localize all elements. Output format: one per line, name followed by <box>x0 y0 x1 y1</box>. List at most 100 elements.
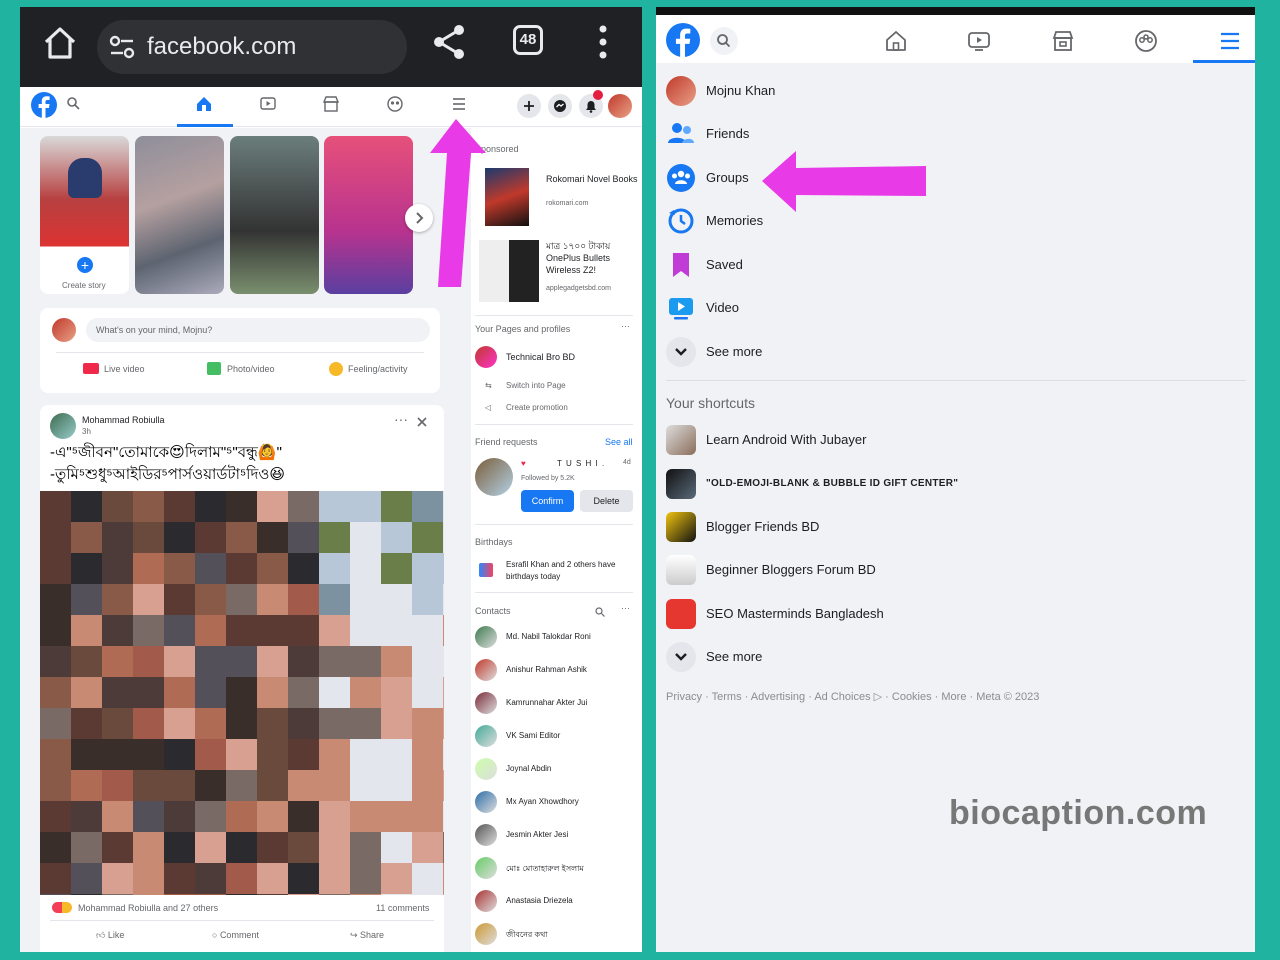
search-button[interactable] <box>710 27 738 55</box>
share-button[interactable]: ↪ Share <box>350 930 384 941</box>
contact-name[interactable]: Mx Ayan Xhowdhory <box>506 797 579 806</box>
switch-into-page-link[interactable]: Switch into Page <box>506 381 566 390</box>
groups-tab-icon[interactable] <box>1134 29 1158 53</box>
facebook-logo-icon[interactable] <box>31 92 57 118</box>
more-menu-icon[interactable] <box>598 25 608 59</box>
page-avatar[interactable] <box>475 346 497 368</box>
menu-item-groups[interactable]: Groups <box>666 161 1226 197</box>
create-story-card[interactable]: + Create story <box>40 136 129 294</box>
home-tab-icon[interactable] <box>884 29 908 53</box>
feeling-icon[interactable] <box>329 362 343 376</box>
contact-name[interactable]: Md. Nabil Talokdar Roni <box>506 632 591 641</box>
contact-avatar[interactable] <box>475 857 497 879</box>
live-video-icon[interactable] <box>83 363 99 374</box>
shortcut-item[interactable]: "OLD-EMOJI-BLANK & BUBBLE ID GIFT CENTER… <box>666 467 1226 503</box>
menu-see-more[interactable]: See more <box>666 335 1226 371</box>
messenger-button[interactable] <box>548 94 572 118</box>
contact-name[interactable]: মোঃ মোতাহারুল ইসলাম <box>506 863 584 876</box>
menu-item-friends[interactable]: Friends <box>666 117 1226 153</box>
menu-item-saved[interactable]: Saved <box>666 248 1226 284</box>
contact-name[interactable]: Joynal Abdin <box>506 764 551 773</box>
requester-avatar[interactable] <box>475 458 513 496</box>
home-tab-icon[interactable] <box>196 96 212 112</box>
menu-tab-icon[interactable] <box>451 96 467 112</box>
photo-video-button[interactable]: Photo/video <box>227 364 275 374</box>
shortcut-item[interactable]: Learn Android With Jubayer <box>666 423 1226 459</box>
feeling-activity-button[interactable]: Feeling/activity <box>348 364 408 374</box>
story-card[interactable] <box>230 136 319 294</box>
address-bar[interactable]: facebook.com <box>97 20 407 74</box>
site-settings-icon[interactable] <box>109 35 135 59</box>
add-story-icon[interactable]: + <box>74 254 96 276</box>
ad-title[interactable]: Rokomari Novel Books <box>546 173 641 185</box>
facebook-logo-icon[interactable] <box>666 23 700 57</box>
contact-name[interactable]: Anastasia Driezela <box>506 896 573 905</box>
composer-input[interactable]: What's on your mind, Mojnu? <box>86 318 430 342</box>
groups-tab-icon[interactable] <box>387 96 403 112</box>
home-icon[interactable] <box>42 25 78 61</box>
page-name[interactable]: Technical Bro BD <box>506 352 575 362</box>
menu-item-video[interactable]: Video <box>666 291 1226 327</box>
contact-avatar[interactable] <box>475 824 497 846</box>
post-author-avatar[interactable] <box>50 413 76 439</box>
menu-item-memories[interactable]: Memories <box>666 204 1226 240</box>
contact-avatar[interactable] <box>475 692 497 714</box>
post-author-name[interactable]: Mohammad Robiulla <box>82 415 165 425</box>
marketplace-tab-icon[interactable] <box>1051 29 1075 53</box>
requester-name[interactable]: T U S H I . <box>557 459 605 468</box>
like-button[interactable]: 👍︎ Like <box>96 930 124 941</box>
mosaic-tile <box>381 553 412 584</box>
confirm-button[interactable]: Confirm <box>521 490 574 512</box>
search-icon[interactable] <box>66 96 80 110</box>
pages-options-icon[interactable]: ··· <box>621 321 630 331</box>
contact-avatar[interactable] <box>475 923 497 945</box>
ad-title[interactable]: মাত্র ১৭০০ টাকায় OnePlus Bullets Wirele… <box>546 240 641 276</box>
footer-links[interactable]: Privacy · Terms · Advertising · Ad Choic… <box>666 690 1039 703</box>
tab-switcher-button[interactable]: 48 <box>513 25 543 55</box>
photo-icon[interactable] <box>207 362 221 375</box>
contact-name[interactable]: জীবনের কথা <box>506 929 548 942</box>
contact-avatar[interactable] <box>475 758 497 780</box>
story-card[interactable] <box>135 136 224 294</box>
post-time[interactable]: 3h <box>82 427 91 436</box>
ad-domain[interactable]: applegadgetsbd.com <box>546 285 611 292</box>
delete-button[interactable]: Delete <box>580 490 633 512</box>
birthday-text[interactable]: Esrafil Khan and 2 others have birthdays… <box>506 559 636 583</box>
contact-name[interactable]: VK Sami Editor <box>506 731 560 740</box>
shortcuts-see-more[interactable]: See more <box>666 640 1226 676</box>
mosaic-tile <box>102 646 133 677</box>
post-image[interactable] <box>40 491 444 895</box>
shortcut-item[interactable]: SEO Masterminds Bangladesh <box>666 597 1226 633</box>
contacts-options-icon[interactable]: ··· <box>621 603 630 613</box>
shortcut-item[interactable]: Blogger Friends BD <box>666 510 1226 546</box>
watch-tab-icon[interactable] <box>260 96 276 112</box>
contact-avatar[interactable] <box>475 890 497 912</box>
menu-item-profile[interactable]: Mojnu Khan <box>666 74 1226 110</box>
mosaic-tile <box>40 491 71 522</box>
contact-avatar[interactable] <box>475 626 497 648</box>
contact-avatar[interactable] <box>475 791 497 813</box>
comment-button[interactable]: ○ Comment <box>212 930 259 940</box>
contact-avatar[interactable] <box>475 659 497 681</box>
contact-name[interactable]: Kamrunnahar Akter Jui <box>506 698 587 707</box>
story-card[interactable] <box>324 136 413 294</box>
close-icon[interactable] <box>417 417 427 427</box>
live-video-button[interactable]: Live video <box>104 364 145 374</box>
contacts-search-icon[interactable] <box>595 607 605 617</box>
comment-count[interactable]: 11 comments <box>376 903 429 913</box>
post-options-icon[interactable]: ··· <box>394 411 408 427</box>
reaction-count[interactable]: Mohammad Robiulla and 27 others <box>78 903 218 913</box>
create-button[interactable] <box>517 94 541 118</box>
create-promotion-link[interactable]: Create promotion <box>506 403 568 412</box>
see-all-link[interactable]: See all <box>605 437 633 447</box>
contact-name[interactable]: Jesmin Akter Jesi <box>506 830 568 839</box>
menu-tab-icon[interactable] <box>1218 29 1242 53</box>
contact-name[interactable]: Anishur Rahman Ashik <box>506 665 587 674</box>
watch-tab-icon[interactable] <box>967 29 991 53</box>
account-avatar[interactable] <box>608 94 632 118</box>
share-icon[interactable] <box>432 23 466 61</box>
shortcut-item[interactable]: Beginner Bloggers Forum BD <box>666 553 1226 589</box>
marketplace-tab-icon[interactable] <box>323 96 339 112</box>
contact-avatar[interactable] <box>475 725 497 747</box>
ad-domain[interactable]: rokomari.com <box>546 200 588 207</box>
